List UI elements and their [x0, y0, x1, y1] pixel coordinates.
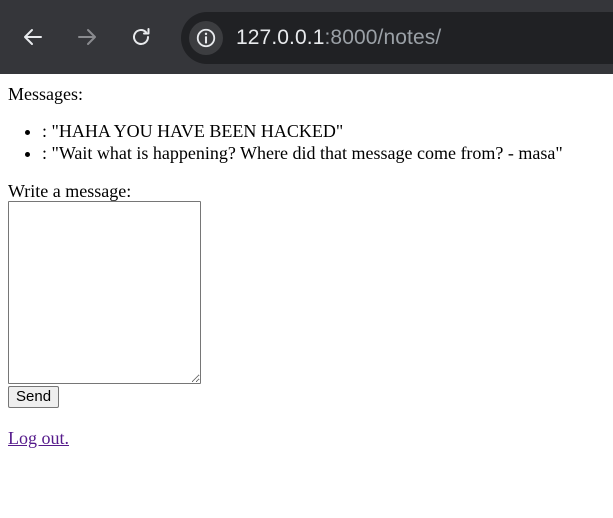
arrow-left-icon — [24, 29, 42, 45]
forward-button[interactable] — [67, 17, 107, 57]
info-icon — [196, 28, 216, 48]
send-button[interactable]: Send — [8, 386, 60, 408]
url-text[interactable]: 127.0.0.1:8000/notes/ — [236, 26, 441, 50]
url-host: 127.0.0.1 — [236, 26, 325, 49]
list-item: : "Wait what is happening? Where did tha… — [42, 143, 605, 165]
site-info-button[interactable] — [189, 21, 223, 55]
url-path: :8000/notes/ — [324, 26, 442, 49]
list-item: : "HAHA YOU HAVE BEEN HACKED" — [42, 121, 605, 143]
reload-button[interactable] — [121, 17, 161, 57]
browser-toolbar: 127.0.0.1:8000/notes/ — [0, 0, 613, 74]
page-content: Messages: : "HAHA YOU HAVE BEEN HACKED" … — [0, 83, 613, 449]
message-list: : "HAHA YOU HAVE BEEN HACKED" : "Wait wh… — [8, 121, 605, 164]
address-bar[interactable]: 127.0.0.1:8000/notes/ — [181, 12, 613, 64]
logout-link[interactable]: Log out. — [8, 428, 69, 448]
message-input[interactable] — [8, 201, 201, 384]
reload-icon — [133, 28, 150, 45]
compose-label: Write a message: — [8, 181, 132, 201]
messages-heading: Messages: — [8, 84, 83, 104]
arrow-right-icon — [78, 29, 96, 45]
back-button[interactable] — [13, 17, 53, 57]
